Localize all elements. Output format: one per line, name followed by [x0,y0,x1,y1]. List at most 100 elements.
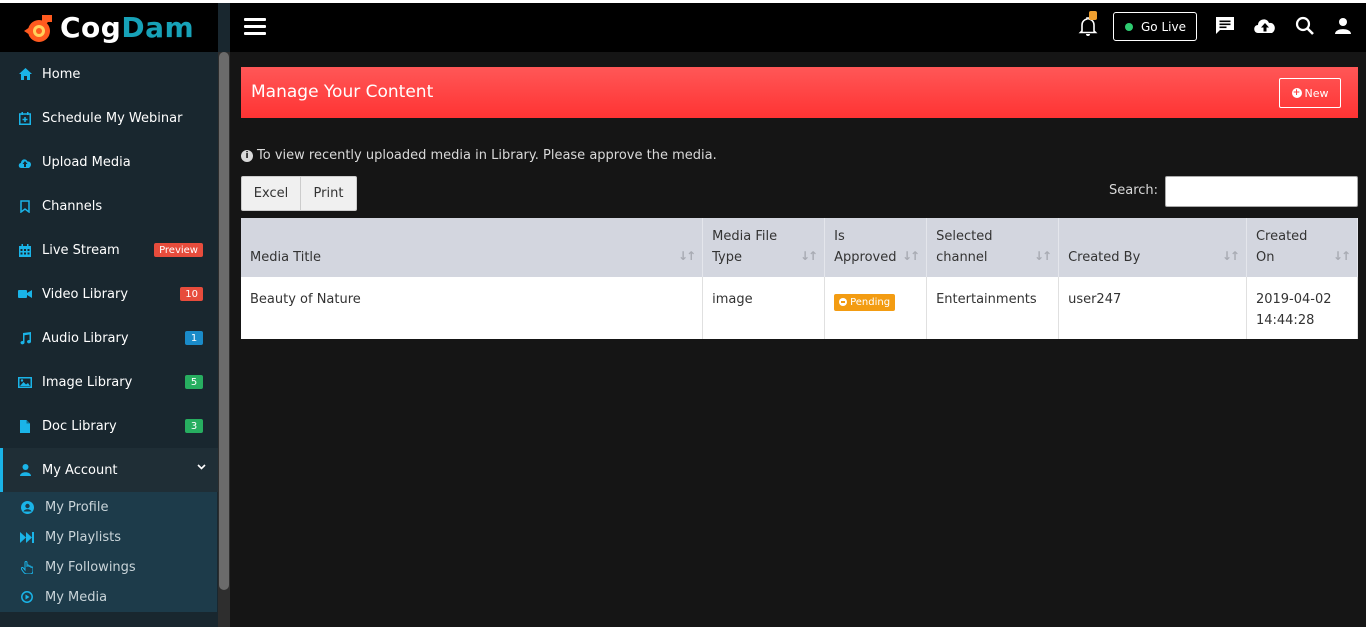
sidebar-nav: Home Schedule My Webinar Upload Media Ch… [0,52,218,612]
bookmark-icon [18,199,32,213]
minus-circle-icon [839,298,848,306]
menu-toggle-icon[interactable] [244,18,266,36]
sort-icon: ↓↑ [1332,249,1351,263]
logo-text-dam: Dam [121,11,195,44]
search-input[interactable] [1165,176,1358,207]
preview-badge: Preview [154,243,203,257]
sidebar-item-audio-library[interactable]: Audio Library 1 [0,316,218,360]
column-header-created-by[interactable]: Created By ↓↑ [1058,218,1247,277]
sidebar-item-label: Video Library [42,286,129,302]
submenu-item-my-media[interactable]: My Media [0,582,217,612]
column-header-label: Media Title [250,250,322,265]
live-dot-icon [1125,22,1133,31]
page-title: Manage Your Content [251,82,434,102]
logo-text: CogDam [60,11,194,44]
cloud-upload-icon[interactable] [1252,14,1276,38]
table-row[interactable]: Beauty of Nature image Pending Entertain… [241,277,1359,339]
sidebar-item-image-library[interactable]: Image Library 5 [0,360,218,404]
sort-icon: ↓↑ [800,249,818,263]
count-badge: 3 [185,419,203,433]
sidebar-item-label: Image Library [42,374,133,390]
column-header-media-title[interactable]: Media Title ↓↑ [241,218,704,277]
sort-icon: ↓↑ [678,249,696,263]
user-icon [18,463,32,477]
submenu-item-my-playlists[interactable]: My Playlists [0,522,217,552]
export-buttons: Excel Print [241,176,357,211]
chevron-down-icon [197,462,206,473]
info-text: To view recently uploaded media in Libra… [257,148,717,163]
sort-icon: ↓↑ [901,249,920,263]
logo[interactable]: CogDam [0,3,218,52]
cell-media-file-type: image [702,277,826,339]
calendar-icon [18,243,32,257]
column-header-label: Media File Type [712,229,778,265]
submenu-item-label: My Followings [45,559,136,575]
calendar-plus-icon [18,111,32,125]
search-icon[interactable] [1293,14,1317,38]
search-label: Search: [1109,183,1159,198]
chat-icon[interactable] [1213,14,1237,38]
sidebar-item-label: My Account [42,462,118,478]
info-message: i To view recently uploaded media in Lib… [241,148,717,163]
logo-mark-icon [24,15,52,42]
sidebar-item-label: Audio Library [42,330,129,346]
excel-button[interactable]: Excel [241,176,301,211]
fast-forward-icon [20,530,34,544]
created-on-value: 2019-04-02 14:44:28 [1255,292,1332,328]
go-live-label: Go Live [1141,19,1186,34]
sidebar-item-label: Live Stream [42,242,120,258]
cell-media-title: Beauty of Nature [241,277,704,339]
sidebar-item-label: Upload Media [42,154,131,170]
print-button[interactable]: Print [301,176,357,211]
notification-badge [1089,11,1097,20]
count-badge: 5 [185,375,203,389]
column-header-is-approved[interactable]: Is Approved ↓↑ [824,218,928,277]
top-header: Go Live [230,3,1366,52]
column-header-selected-channel[interactable]: Selected channel ↓↑ [926,218,1060,277]
column-header-created-on[interactable]: Created On ↓↑ [1246,218,1359,277]
sidebar-item-schedule-webinar[interactable]: Schedule My Webinar [0,96,218,140]
pending-badge: Pending [834,293,896,311]
column-header-media-file-type[interactable]: Media File Type ↓↑ [702,218,826,277]
user-icon[interactable] [1331,14,1355,38]
sidebar-item-video-library[interactable]: Video Library 10 [0,272,218,316]
sort-icon: ↓↑ [1033,249,1052,263]
go-live-button[interactable]: Go Live [1113,12,1197,41]
sidebar-item-doc-library[interactable]: Doc Library 3 [0,404,218,448]
pending-label: Pending [850,296,891,308]
sidebar-scrollbar-thumb[interactable] [219,52,229,590]
count-badge: 10 [180,287,203,301]
submenu-item-my-profile[interactable]: My Profile [0,492,217,522]
home-icon [18,67,32,81]
music-note-icon [18,331,32,345]
new-button-label: New [1304,86,1329,100]
sidebar-item-my-account[interactable]: My Account [0,448,218,492]
sidebar-item-label: Channels [42,198,103,214]
sidebar-item-live-stream[interactable]: Live Stream Preview [0,228,218,272]
sidebar-item-label: Schedule My Webinar [42,110,183,126]
sidebar-item-label: Home [42,66,81,82]
column-header-label: Is Approved [834,229,897,265]
column-header-label: Created On [1255,229,1308,265]
plus-circle-icon: + [1291,88,1302,98]
info-icon: i [241,149,253,162]
logo-text-cog: Cog [60,11,122,44]
cell-created-by: user247 [1058,277,1247,339]
content-header-banner: Manage Your Content + New [241,67,1358,118]
submenu-item-label: My Playlists [45,529,122,545]
sidebar-item-upload-media[interactable]: Upload Media [0,140,218,184]
submenu-item-label: My Profile [45,499,109,515]
my-account-submenu: My Profile My Playlists My Followings My… [0,492,217,612]
content-table: Media Title ↓↑ Media File Type ↓↑ Is Appro… [241,218,1359,339]
sidebar-item-channels[interactable]: Channels [0,184,218,228]
submenu-item-my-followings[interactable]: My Followings [0,552,217,582]
new-button[interactable]: + New [1279,78,1341,108]
submenu-item-label: My Media [45,589,108,605]
user-circle-icon [20,500,34,514]
cell-is-approved: Pending [824,277,928,339]
sidebar-item-home[interactable]: Home [0,52,218,96]
sidebar: CogDam Home Schedule My Webinar Upload M… [0,3,230,627]
table-header-row: Media Title ↓↑ Media File Type ↓↑ Is Appro… [241,218,1359,277]
hand-pointer-icon [20,560,34,574]
count-badge: 1 [185,331,203,345]
